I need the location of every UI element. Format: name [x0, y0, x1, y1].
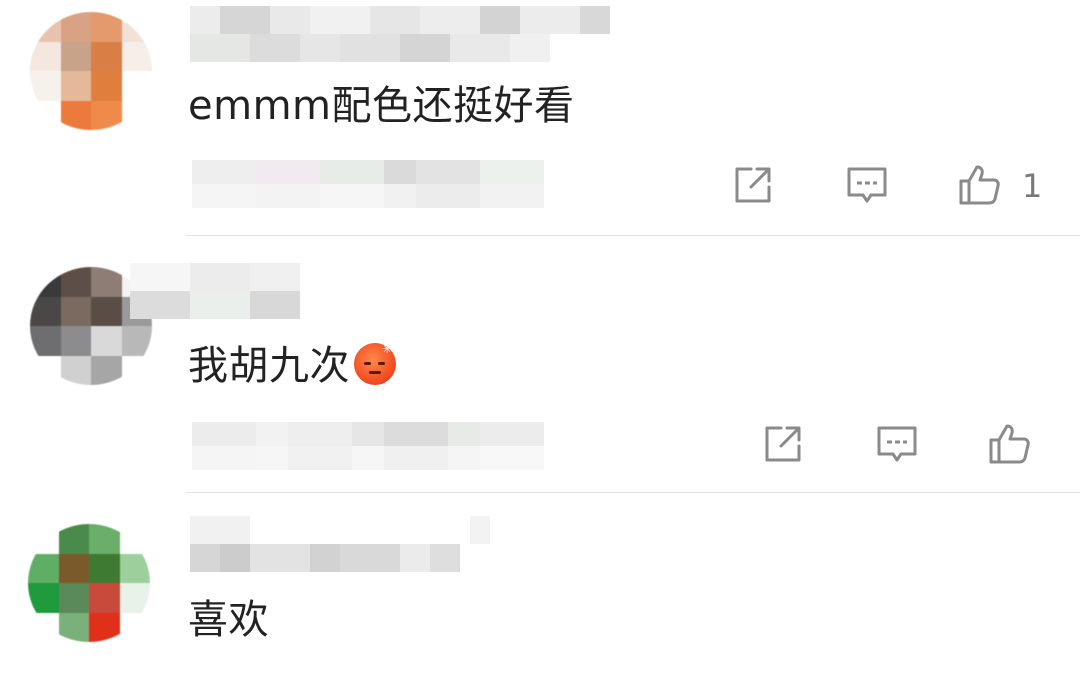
- thumbs-up-icon: [959, 165, 1000, 205]
- comment-meta-blurred: [192, 422, 544, 470]
- reply-button[interactable]: [874, 421, 920, 467]
- like-button[interactable]: [956, 162, 1002, 208]
- divider: [186, 235, 1080, 236]
- share-button[interactable]: [760, 421, 806, 467]
- share-icon: [735, 167, 771, 203]
- comment-item: emmm配色还挺好看 1: [0, 0, 1080, 236]
- reply-button[interactable]: [844, 162, 890, 208]
- share-icon: [765, 426, 801, 462]
- avatar[interactable]: [28, 524, 150, 642]
- username-blurred[interactable]: [190, 6, 610, 62]
- comment-icon: [877, 426, 917, 462]
- comment-item: 喜欢: [0, 494, 1080, 686]
- comment-icon: [847, 167, 887, 203]
- comment-item: 我胡九次 ✳: [0, 237, 1080, 493]
- thumbs-up-icon: [989, 424, 1030, 464]
- like-count: 1: [1022, 167, 1043, 205]
- like-button[interactable]: [986, 421, 1032, 467]
- comment-text: emmm配色还挺好看: [188, 83, 575, 129]
- username-blurred[interactable]: [130, 263, 300, 319]
- comment-text: 我胡九次 ✳: [188, 342, 396, 390]
- username-blurred[interactable]: [160, 516, 490, 572]
- comment-text: 喜欢: [188, 597, 269, 643]
- angry-face-emoji: ✳: [354, 343, 396, 385]
- share-button[interactable]: [730, 162, 776, 208]
- comment-meta-blurred: [192, 160, 544, 208]
- comment-list: emmm配色还挺好看 1 我胡九次 ✳ 喜欢: [0, 0, 1080, 686]
- avatar[interactable]: [30, 12, 152, 130]
- anger-symbol-icon: ✳: [382, 342, 393, 356]
- divider: [186, 492, 1080, 493]
